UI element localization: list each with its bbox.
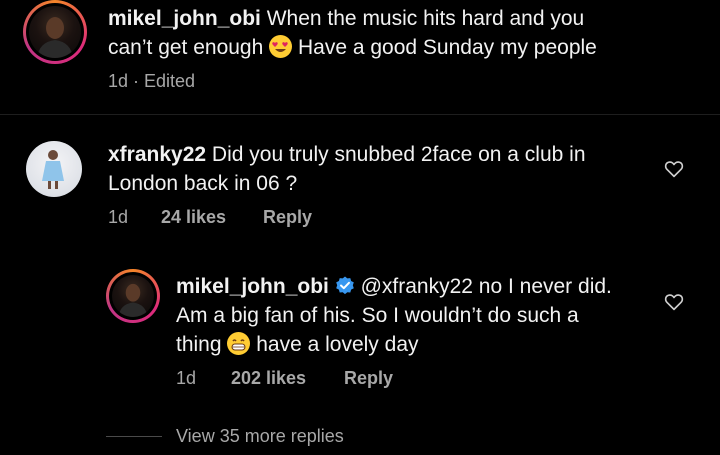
caption-line-1: When the music hits hard and you	[266, 7, 585, 30]
heart-eyes-emoji-icon	[269, 35, 293, 58]
reply-reply-button[interactable]: Reply	[344, 368, 393, 389]
reply-line-2: Am a big fan of his. So I wouldn’t do su…	[176, 304, 579, 327]
view-more-replies-button[interactable]: View 35 more replies	[176, 426, 344, 447]
comment-reply-button[interactable]: Reply	[263, 207, 312, 228]
reply-likes[interactable]: 202 likes	[231, 368, 306, 389]
avatar-photo	[26, 141, 82, 197]
reply-likes-count: 202 likes	[231, 368, 307, 388]
comment-text: xfranky22 Did you truly snubbed 2face on…	[108, 140, 648, 198]
post-author-username[interactable]: mikel_john_obi	[108, 7, 261, 30]
heart-icon[interactable]	[664, 293, 684, 311]
more-replies-line	[106, 436, 162, 437]
commenter-avatar[interactable]	[26, 141, 82, 197]
reply-line-3-start: thing	[176, 333, 222, 356]
post-author-avatar[interactable]	[23, 0, 87, 64]
avatar-photo	[29, 6, 81, 58]
reply-time: 1d	[176, 368, 197, 388]
post-meta: 1d · Edited	[108, 71, 196, 91]
avatar-photo	[112, 275, 154, 317]
reply-reply-label: Reply	[344, 368, 394, 388]
comment-likes[interactable]: 24 likes	[161, 207, 226, 228]
commenter-username[interactable]: xfranky22	[108, 143, 206, 166]
verified-badge-icon	[335, 275, 355, 295]
child-figure-icon	[42, 150, 64, 189]
grin-emoji-icon	[227, 332, 251, 355]
person-silhouette-icon	[37, 17, 73, 58]
caption-line-2-end: Have a good Sunday my people	[297, 36, 597, 59]
reply-mention[interactable]: @xfranky22	[361, 275, 473, 298]
comment-line-1: Did you truly snubbed 2face on a club in	[211, 143, 586, 166]
reply-line-1-rest: no I never did.	[478, 275, 612, 298]
comment-likes-count: 24 likes	[161, 207, 227, 227]
reply-author-username[interactable]: mikel_john_obi	[176, 275, 329, 298]
comment-line-2: London back in 06 ?	[108, 172, 298, 195]
caption-line-2-start: can’t get enough	[108, 36, 264, 59]
comment-time: 1d	[108, 207, 129, 227]
divider	[0, 114, 720, 115]
reply-text: mikel_john_obi @xfranky22 no I never did…	[176, 272, 656, 359]
comments-view: mikel_john_obi When the music hits hard …	[0, 0, 720, 455]
post-caption: mikel_john_obi When the music hits hard …	[108, 4, 668, 62]
reply-line-3-end: have a lovely day	[256, 333, 419, 356]
heart-icon[interactable]	[664, 160, 684, 178]
comment-reply-label: Reply	[263, 207, 313, 227]
person-silhouette-icon	[118, 283, 148, 317]
reply-author-avatar[interactable]	[106, 269, 160, 323]
